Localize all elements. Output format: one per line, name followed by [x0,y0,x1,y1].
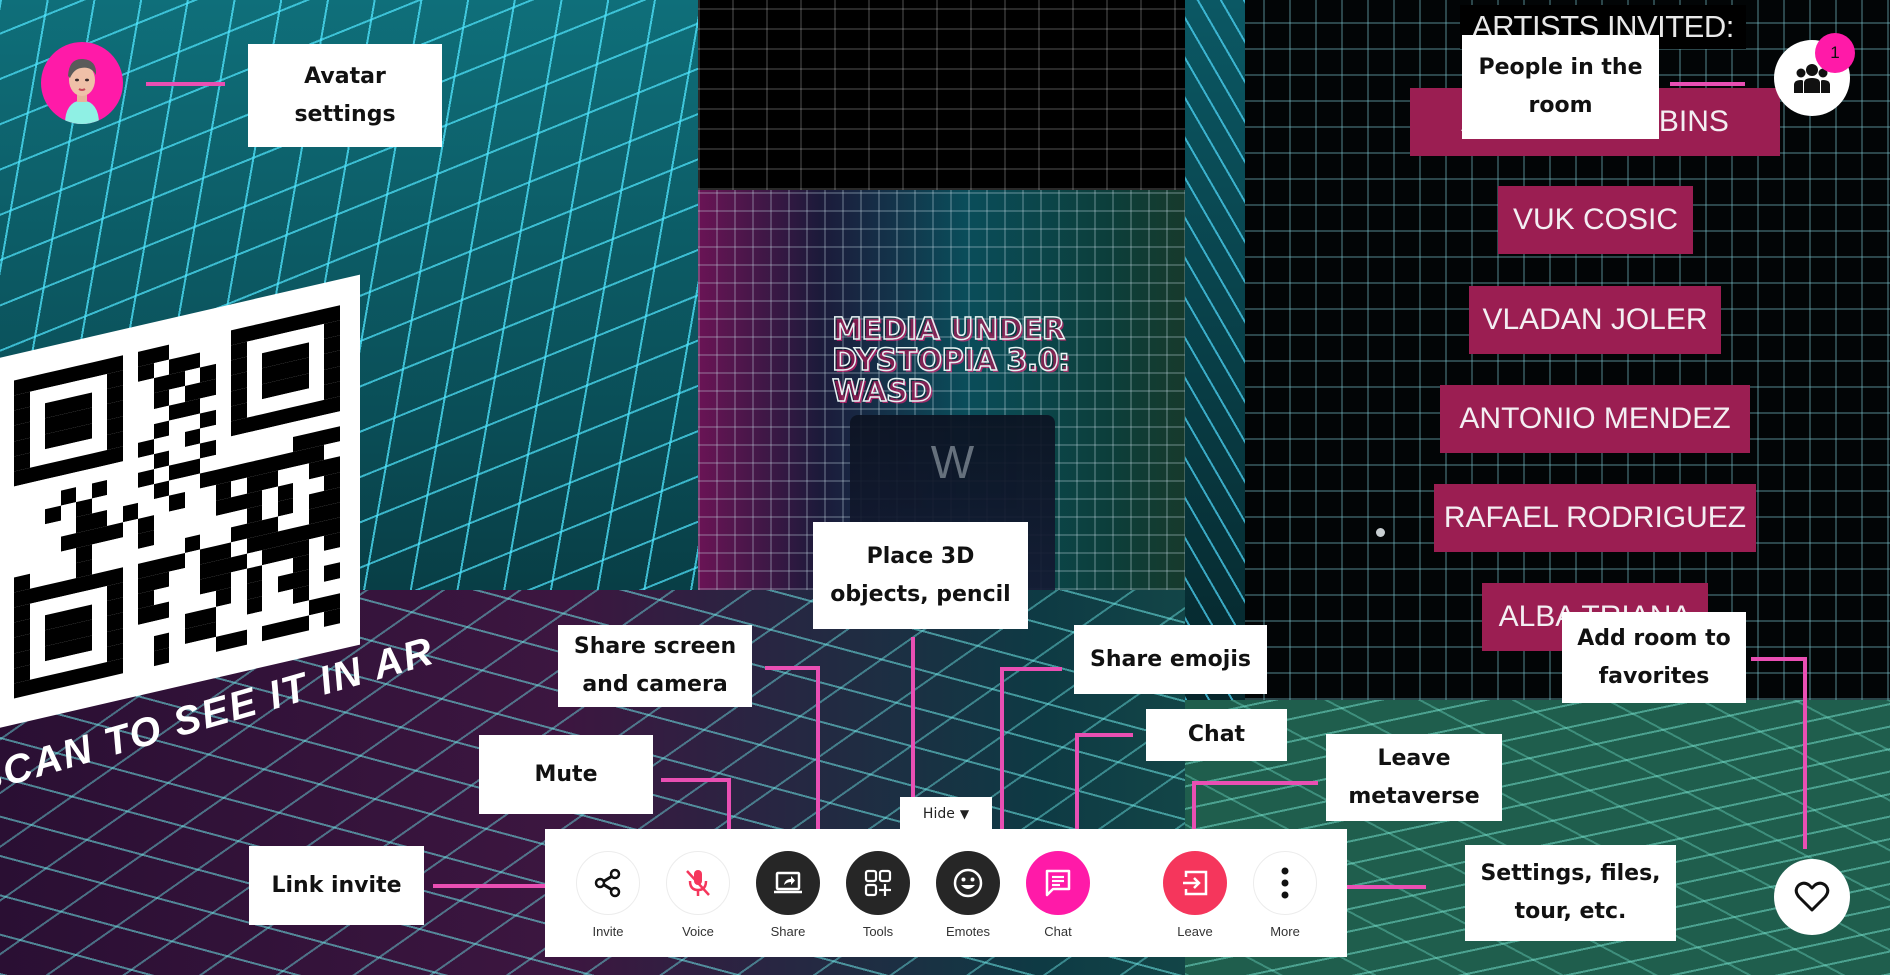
artist-tag: RAFAEL RODRIGUEZ [1434,484,1756,552]
callout-line [1334,885,1426,889]
voice-circle [666,851,730,915]
qr-module [138,651,154,670]
tools-circle [846,851,910,915]
qr-module [246,625,263,645]
avatar-settings-button[interactable] [41,42,123,124]
cursor-dot [1376,528,1385,537]
heart-icon [1794,881,1830,912]
callout-line [1670,82,1745,86]
callout-add-favorites: Add room to favorites [1562,612,1746,703]
hide-toolbar-button[interactable]: Hide ▼ [900,797,992,831]
share-label: Share [770,924,806,939]
chat-label: Chat [1044,924,1072,939]
callout-avatar-settings: Avatar settings [248,44,442,147]
qr-module [169,643,185,663]
room-title: MEDIA UNDER DYSTOPIA 3.0: WASD [831,312,1070,409]
mic-off-icon [686,870,710,896]
qr-module [60,668,77,688]
callout-place-3d: Place 3D objects, pencil [813,522,1028,629]
leave-button[interactable]: Leave [1163,851,1227,939]
avatar-icon [65,58,99,124]
callout-line [765,666,820,670]
leave-circle [1163,851,1227,915]
qr-module [277,618,294,638]
more-button[interactable]: More [1253,851,1317,939]
qr-module [262,622,278,642]
smiley-icon [953,868,983,898]
emotes-circle [936,851,1000,915]
callout-line [816,666,820,838]
bottom-toolbar: Invite Voice Share Tools Emotes Chat Lea… [545,829,1347,957]
artist-tag: ANTONIO MENDEZ [1440,385,1750,453]
add-to-favorites-button[interactable] [1774,859,1850,935]
screen-share-icon [774,871,802,894]
share-nodes-icon [594,868,621,898]
callout-people-in-room: People in the room [1462,35,1659,139]
invite-label: Invite [592,924,624,939]
artist-tag: VUK COSIC [1498,186,1693,254]
callout-share-screen: Share screen and camera [558,625,752,707]
leave-label: Leave [1177,924,1213,939]
invite-circle [576,851,640,915]
invite-button[interactable]: Invite [576,851,640,939]
qr-module [215,633,232,652]
qr-module [45,672,61,692]
callout-share-emojis: Share emojis [1074,625,1267,694]
tools-label: Tools [862,924,894,939]
callout-line [1803,657,1807,849]
chat-button[interactable]: Chat [1026,851,1090,939]
qr-module [324,608,340,627]
callout-chat: Chat [1146,709,1287,761]
tools-button[interactable]: Tools [846,851,910,939]
more-circle [1253,851,1317,915]
qr-module [231,629,247,649]
exit-arrow-icon [1183,870,1208,896]
qr-module [107,658,123,677]
qr-module [200,636,216,656]
chat-bubble-icon [1045,869,1071,897]
voice-button[interactable]: Voice [666,851,730,939]
qr-module [76,665,92,685]
hide-label: Hide [922,806,955,822]
artist-tag: VLADAN JOLER [1469,286,1721,354]
right-pillar [1185,0,1245,700]
qr-module [153,647,170,667]
people-count-badge: 1 [1815,33,1855,73]
callout-leave-metaverse: Leave metaverse [1326,734,1502,821]
callout-line [1075,733,1079,837]
callout-line [661,778,731,782]
qr-module [293,615,309,634]
share-circle [756,851,820,915]
emotes-label: Emotes [945,924,991,939]
chat-circle [1026,851,1090,915]
share-button[interactable]: Share [756,851,820,939]
qr-module [91,661,108,681]
callout-settings-more: Settings, files, tour, etc. [1465,845,1676,941]
callout-mute: Mute [479,735,653,814]
callout-line [1075,733,1133,737]
caret-down-icon: ▼ [959,807,970,821]
qr-module [122,654,139,674]
callout-line [146,82,225,86]
callout-line [1000,667,1062,671]
callout-link-invite: Link invite [249,846,424,925]
callout-line [1751,657,1806,661]
qr-code [14,305,340,699]
grid-plus-icon [864,869,892,897]
callout-line [1000,667,1004,837]
key-letter: W [930,436,975,488]
callout-line [1192,781,1318,785]
emotes-button[interactable]: Emotes [936,851,1000,939]
more-label: More [1270,924,1300,939]
qr-module [29,676,46,695]
ceiling-grid [698,0,1185,190]
vertical-dots-icon [1281,867,1289,899]
qr-module [184,640,201,660]
qr-module [308,611,325,631]
qr-module [14,679,30,699]
voice-label: Voice [682,924,714,939]
